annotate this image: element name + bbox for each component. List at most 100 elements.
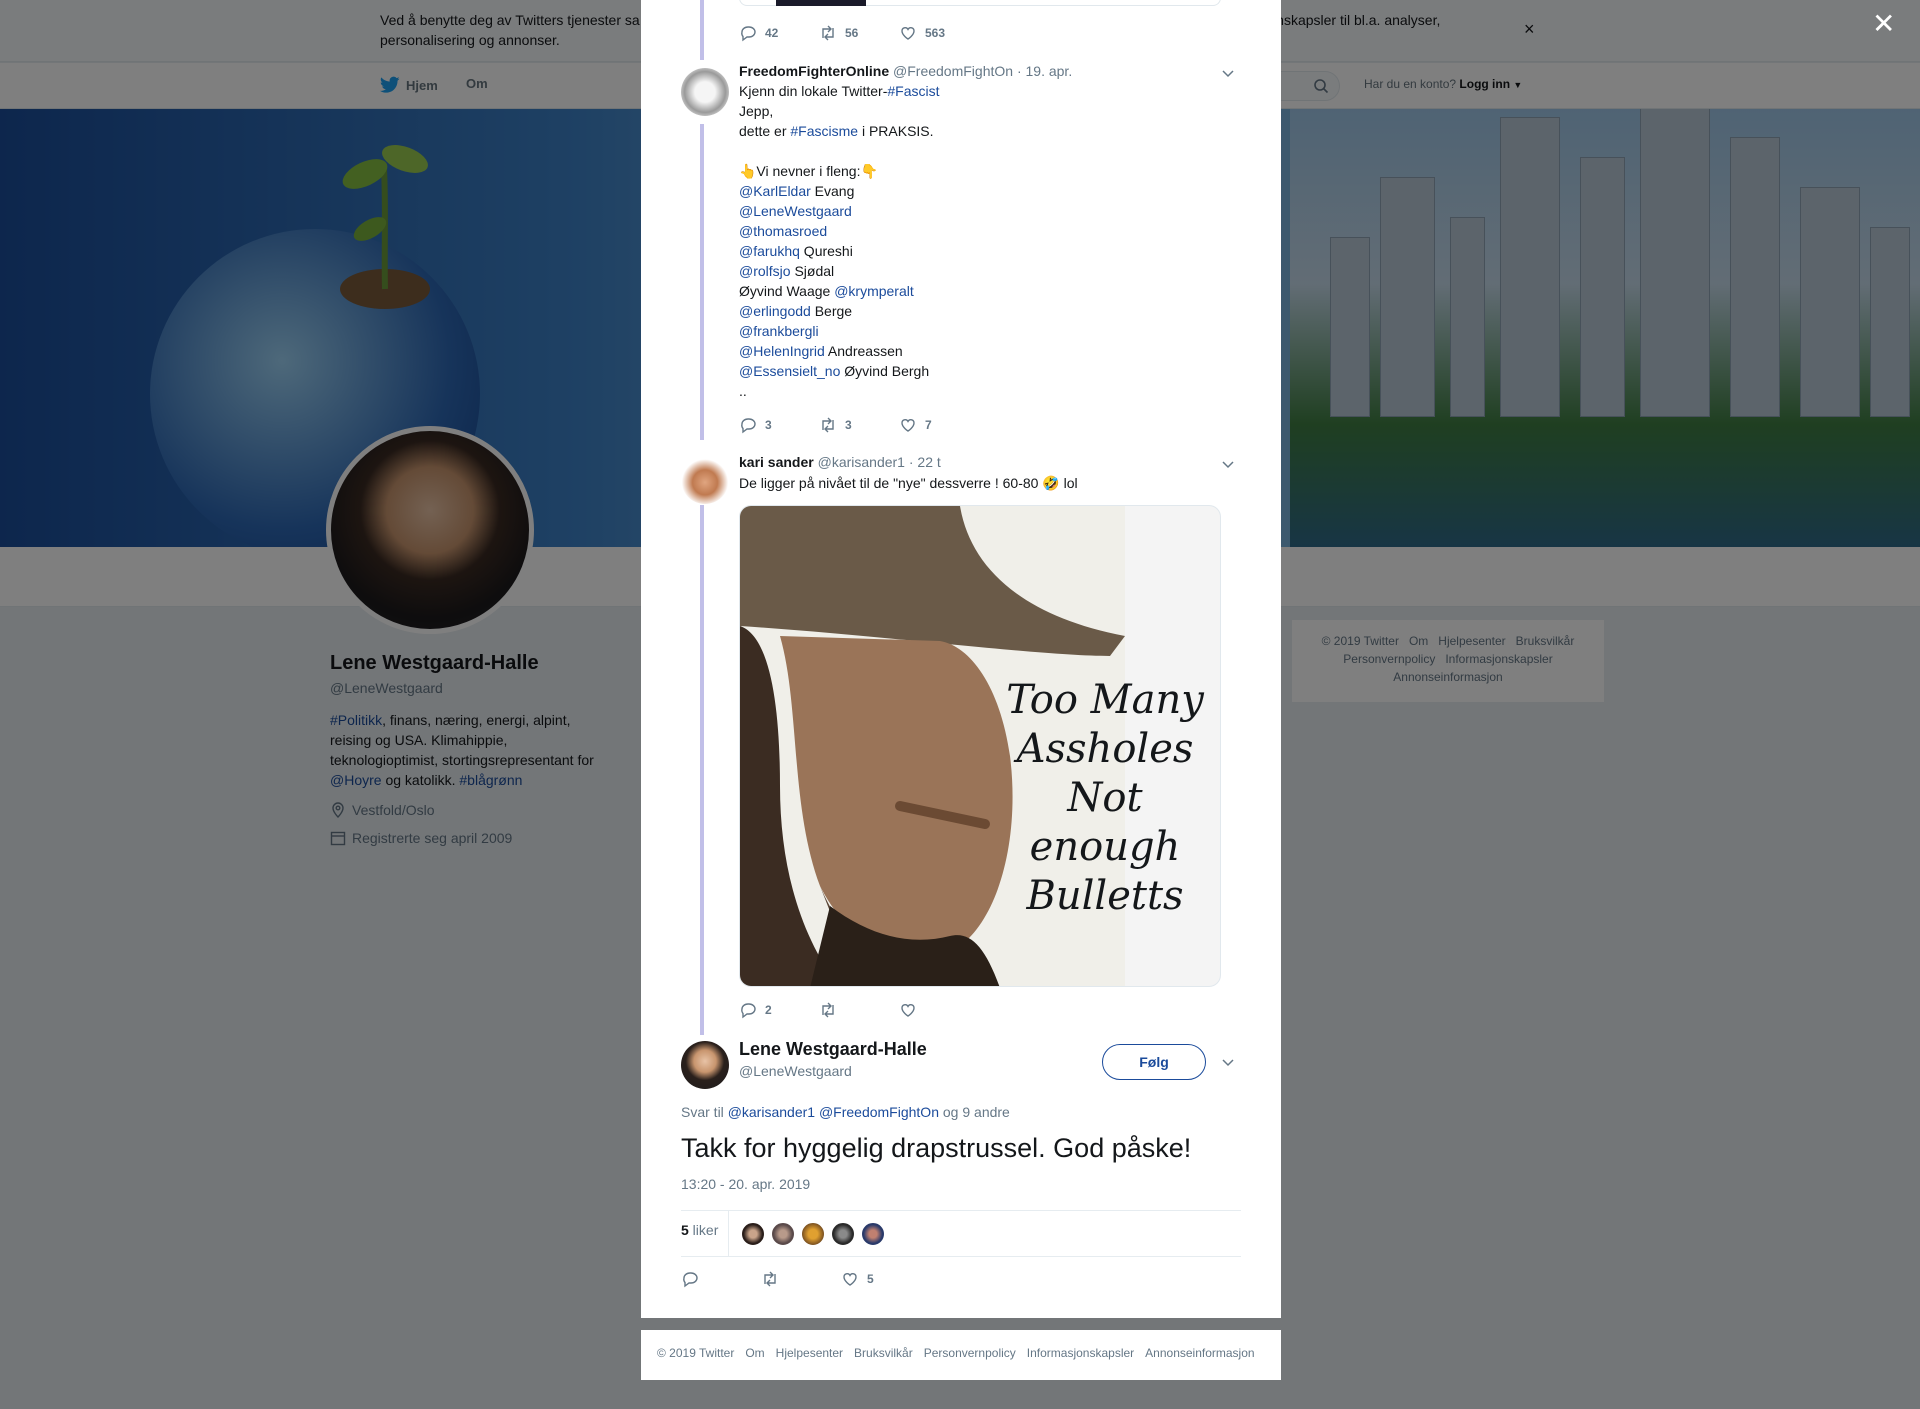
likes-count[interactable]: 5 liker bbox=[681, 1222, 718, 1238]
text-segment: Sjødal bbox=[790, 263, 835, 279]
reply-button[interactable]: 3 bbox=[739, 416, 819, 434]
like-button[interactable]: 7 bbox=[899, 416, 979, 434]
hashtag-link[interactable]: #Fascisme bbox=[790, 123, 858, 139]
chevron-down-icon[interactable] bbox=[1221, 457, 1235, 471]
like-count: 563 bbox=[925, 26, 946, 40]
tweet-author-handle[interactable]: @karisander1 bbox=[818, 454, 905, 470]
tweet-text-line: @frankbergli bbox=[739, 321, 1239, 341]
text-segment: Andreassen bbox=[824, 343, 903, 359]
liker-avatar[interactable] bbox=[831, 1222, 855, 1246]
thread-line bbox=[700, 124, 704, 440]
text-segment: Øyvind Waage bbox=[739, 283, 835, 299]
like-button[interactable]: 5 bbox=[841, 1270, 921, 1288]
tweet-text-line: @thomasroed bbox=[739, 221, 1239, 241]
liker-avatar[interactable] bbox=[741, 1222, 765, 1246]
reply-to-mention[interactable]: @FreedomFightOn bbox=[819, 1104, 939, 1120]
retweet-button[interactable] bbox=[761, 1270, 841, 1288]
mention-link[interactable]: @frankbergli bbox=[739, 323, 819, 339]
mention-link[interactable]: @krymperalt bbox=[834, 283, 914, 299]
footer-link-help[interactable]: Hjelpesenter bbox=[776, 1346, 843, 1360]
tweet-text-line: Jepp, bbox=[739, 101, 1239, 121]
tweet-text: De ligger på nivået til de "nye" dessver… bbox=[739, 475, 1078, 491]
retweet-icon bbox=[822, 25, 834, 41]
tweet-text-line: @LeneWestgaard bbox=[739, 201, 1239, 221]
footer-copyright: © 2019 Twitter bbox=[657, 1346, 735, 1360]
main-tweet-author-handle[interactable]: @LeneWestgaard bbox=[739, 1063, 852, 1079]
meme-caption-line: Assholes bbox=[1016, 726, 1194, 772]
liker-avatar[interactable] bbox=[771, 1222, 795, 1246]
mention-link[interactable]: @HelenIngrid bbox=[739, 343, 825, 359]
footer-link-terms[interactable]: Bruksvilkår bbox=[854, 1346, 913, 1360]
tweet-author-name[interactable]: FreedomFighterOnline bbox=[739, 63, 889, 79]
reply-to-mention[interactable]: @karisander1 bbox=[728, 1104, 815, 1120]
retweet-count: 3 bbox=[845, 418, 852, 432]
footer-link-about[interactable]: Om bbox=[745, 1346, 764, 1360]
thread-line bbox=[700, 505, 704, 1035]
meme-caption: Too Many Assholes Not enough Bulletts bbox=[990, 676, 1220, 921]
likes-number: 5 bbox=[681, 1222, 689, 1238]
footer-link-privacy[interactable]: Personvernpolicy bbox=[924, 1346, 1016, 1360]
text-segment: Jepp, bbox=[739, 103, 774, 119]
like-button[interactable]: 563 bbox=[899, 24, 979, 42]
retweet-button[interactable]: 56 bbox=[819, 24, 899, 42]
reply-button[interactable]: 42 bbox=[739, 24, 819, 42]
text-segment: Kjenn din lokale Twitter- bbox=[739, 83, 888, 99]
tweet-header: kari sander @karisander1 · 22 t bbox=[739, 452, 941, 472]
text-segment: 👆Vi nevner i fleng:👇 bbox=[739, 163, 878, 179]
tweet-actions: 42 56 563 bbox=[739, 24, 979, 42]
hashtag-link[interactable]: #Fascist bbox=[887, 83, 939, 99]
tweet-text-line: dette er #Fascisme i PRAKSIS. bbox=[739, 121, 1239, 141]
tweet-text-line: @erlingodd Berge bbox=[739, 301, 1239, 321]
tweet-header: FreedomFighterOnline @FreedomFightOn · 1… bbox=[739, 61, 1072, 81]
liker-avatar[interactable] bbox=[861, 1222, 885, 1246]
divider bbox=[728, 1211, 729, 1257]
tweet-author-handle[interactable]: @FreedomFightOn bbox=[893, 63, 1013, 79]
tweet-text-line: Kjenn din lokale Twitter-#Fascist bbox=[739, 81, 1239, 101]
mention-link[interactable]: @erlingodd bbox=[739, 303, 811, 319]
chevron-down-icon[interactable] bbox=[1221, 66, 1235, 80]
mention-link[interactable]: @LeneWestgaard bbox=[739, 203, 852, 219]
like-button[interactable] bbox=[899, 1001, 979, 1019]
tweet-author-name[interactable]: kari sander bbox=[739, 454, 814, 470]
tweet-time[interactable]: · 19. apr. bbox=[1017, 63, 1072, 79]
text-segment: dette er bbox=[739, 123, 791, 139]
tweet-text-line: .. bbox=[739, 381, 1239, 401]
main-tweet-author-name[interactable]: Lene Westgaard-Halle bbox=[739, 1039, 927, 1060]
reply-icon bbox=[741, 26, 756, 42]
liker-avatar[interactable] bbox=[801, 1222, 825, 1246]
mention-link[interactable]: @Essensielt_no bbox=[739, 363, 840, 379]
tweet-text-line: @KarlEldar Evang bbox=[739, 181, 1239, 201]
main-tweet-avatar[interactable] bbox=[681, 1041, 729, 1089]
tweet-time[interactable]: · 22 t bbox=[909, 454, 941, 470]
mention-link[interactable]: @farukhq bbox=[739, 243, 800, 259]
text-segment: Berge bbox=[810, 303, 853, 319]
footer-link-ads[interactable]: Annonseinformasjon bbox=[1145, 1346, 1254, 1360]
reply-to-others[interactable]: og 9 andre bbox=[939, 1104, 1010, 1120]
meme-caption-line: Too Many bbox=[1006, 677, 1204, 723]
tweet-media-image[interactable]: Too Many Assholes Not enough Bulletts bbox=[739, 505, 1221, 987]
reply-button[interactable]: 2 bbox=[739, 1001, 819, 1019]
reply-to-label: Svar til bbox=[681, 1104, 728, 1120]
like-count: 7 bbox=[925, 418, 932, 432]
text-segment: Øyvind Bergh bbox=[840, 363, 930, 379]
mention-link[interactable]: @KarlEldar bbox=[739, 183, 811, 199]
mention-link[interactable]: @rolfsjo bbox=[739, 263, 791, 279]
divider bbox=[681, 1256, 1241, 1257]
main-tweet-timestamp[interactable]: 13:20 - 20. apr. 2019 bbox=[681, 1176, 810, 1192]
retweet-button[interactable] bbox=[819, 1001, 899, 1019]
retweet-button[interactable]: 3 bbox=[819, 416, 899, 434]
chevron-down-icon[interactable] bbox=[1221, 1055, 1235, 1069]
like-icon bbox=[901, 27, 915, 40]
tweet-actions: 3 3 7 bbox=[739, 416, 979, 434]
mention-link[interactable]: @thomasroed bbox=[739, 223, 827, 239]
follow-button[interactable]: Følg bbox=[1102, 1044, 1206, 1080]
reply-icon bbox=[741, 1003, 756, 1019]
reply-icon bbox=[741, 418, 756, 434]
tweet-text-line: @Essensielt_no Øyvind Bergh bbox=[739, 361, 1239, 381]
close-icon[interactable]: ✕ bbox=[1872, 10, 1895, 38]
previous-media bbox=[776, 0, 866, 6]
reply-button[interactable] bbox=[681, 1270, 761, 1288]
tweet-avatar[interactable] bbox=[681, 456, 729, 504]
tweet-avatar[interactable] bbox=[681, 68, 729, 116]
footer-link-cookies[interactable]: Informasjonskapsler bbox=[1027, 1346, 1134, 1360]
